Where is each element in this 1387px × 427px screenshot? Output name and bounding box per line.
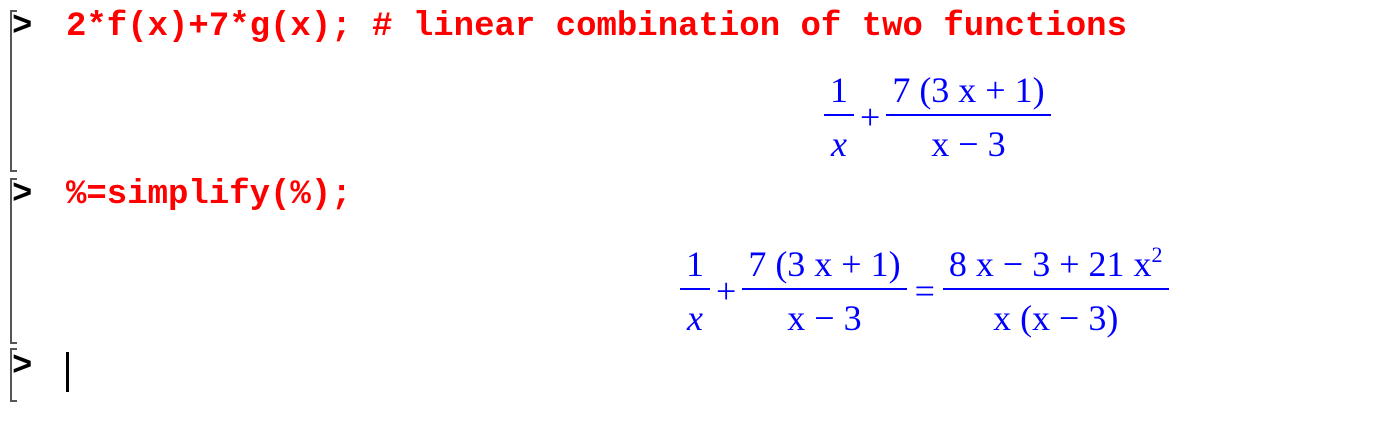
output-expression-1: 1 x + 7 (3 x + 1) x − 3 <box>820 72 1055 162</box>
output-expression-2: 1 x + 7 (3 x + 1) x − 3 = 8 x − 3 + 21 x… <box>676 242 1173 338</box>
fraction-simplified-result: 8 x − 3 + 21 x2 x (x − 3) <box>942 242 1169 338</box>
denominator: x <box>687 297 703 338</box>
denominator: x (x − 3) <box>993 297 1119 338</box>
text-cursor <box>66 352 69 392</box>
numerator: 8 x − 3 + 21 x2 <box>948 242 1163 284</box>
input-command-2[interactable]: %=simplify(%); <box>66 176 352 214</box>
denominator: x − 3 <box>931 123 1006 164</box>
input-prompt-3: > <box>12 348 33 386</box>
denominator: x − 3 <box>787 297 862 338</box>
numerator: 1 <box>830 70 848 110</box>
fraction-1-over-x: 1 x <box>824 72 854 162</box>
equals-operator: = <box>914 270 935 311</box>
denominator: x <box>831 123 847 164</box>
fraction-7-over-x-minus-3: 7 (3 x + 1) x − 3 <box>742 244 907 338</box>
fraction-1-over-x: 1 x <box>680 246 710 336</box>
fraction-7-over-x-minus-3: 7 (3 x + 1) x − 3 <box>886 70 1051 164</box>
numerator: 7 (3 x + 1) <box>892 70 1045 110</box>
input-prompt-2: > <box>12 176 33 214</box>
numerator: 1 <box>686 244 704 284</box>
input-prompt-1: > <box>12 8 33 46</box>
exponent: 2 <box>1151 242 1163 267</box>
numerator: 7 (3 x + 1) <box>748 244 901 284</box>
plus-operator: + <box>716 270 737 311</box>
plus-operator: + <box>860 96 881 137</box>
input-command-1[interactable]: 2*f(x)+7*g(x); # linear combination of t… <box>66 8 1127 46</box>
